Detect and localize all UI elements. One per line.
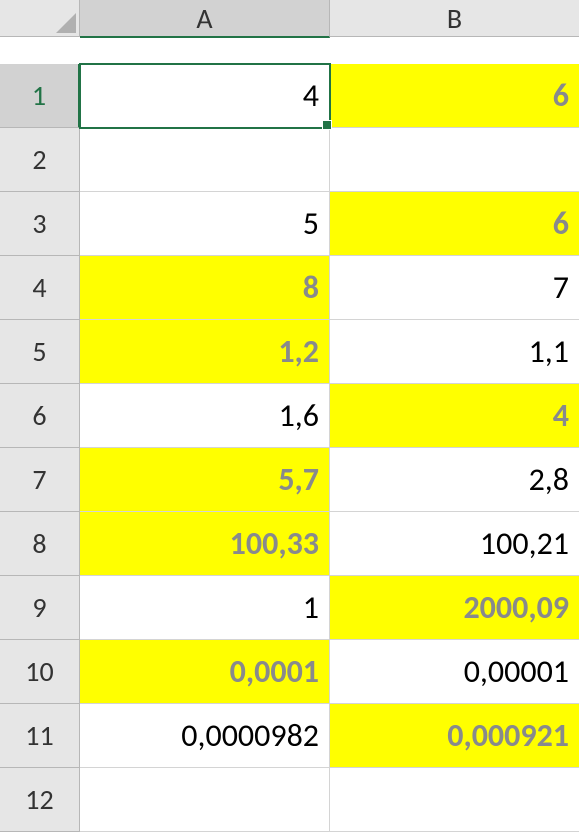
cell-A10[interactable]: 0,0001 bbox=[80, 640, 330, 704]
row-header-7[interactable]: 7 bbox=[0, 448, 80, 512]
spreadsheet-grid: A B 1 4 6 2 3 5 6 4 8 7 5 1,2 1,1 6 1,6 … bbox=[0, 0, 579, 832]
cell-B7[interactable]: 2,8 bbox=[330, 448, 579, 512]
column-header-A[interactable]: A bbox=[80, 0, 330, 38]
cell-A2[interactable] bbox=[80, 128, 330, 192]
cell-B3[interactable]: 6 bbox=[330, 192, 579, 256]
cell-B11[interactable]: 0,000921 bbox=[330, 704, 579, 768]
cell-A5[interactable]: 1,2 bbox=[80, 320, 330, 384]
row-header-6[interactable]: 6 bbox=[0, 384, 80, 448]
cell-A9[interactable]: 1 bbox=[80, 576, 330, 640]
cell-A3[interactable]: 5 bbox=[80, 192, 330, 256]
row-header-12[interactable]: 12 bbox=[0, 768, 80, 832]
row-header-9[interactable]: 9 bbox=[0, 576, 80, 640]
cell-A11[interactable]: 0,0000982 bbox=[80, 704, 330, 768]
cell-A12[interactable] bbox=[80, 768, 330, 832]
cell-B2[interactable] bbox=[330, 128, 579, 192]
row-header-10[interactable]: 10 bbox=[0, 640, 80, 704]
row-header-3[interactable]: 3 bbox=[0, 192, 80, 256]
cell-A7[interactable]: 5,7 bbox=[80, 448, 330, 512]
cell-B4[interactable]: 7 bbox=[330, 256, 579, 320]
column-header-B[interactable]: B bbox=[330, 0, 579, 37]
cell-A6[interactable]: 1,6 bbox=[80, 384, 330, 448]
row-header-8[interactable]: 8 bbox=[0, 512, 80, 576]
row-header-1[interactable]: 1 bbox=[0, 64, 80, 128]
row-header-2[interactable]: 2 bbox=[0, 128, 80, 192]
cell-A1[interactable]: 4 bbox=[80, 64, 330, 128]
row-header-11[interactable]: 11 bbox=[0, 704, 80, 768]
cell-A4[interactable]: 8 bbox=[80, 256, 330, 320]
row-header-4[interactable]: 4 bbox=[0, 256, 80, 320]
cell-B5[interactable]: 1,1 bbox=[330, 320, 579, 384]
cell-B12[interactable] bbox=[330, 768, 579, 832]
cell-B1[interactable]: 6 bbox=[330, 64, 579, 128]
cell-B6[interactable]: 4 bbox=[330, 384, 579, 448]
cell-B10[interactable]: 0,00001 bbox=[330, 640, 579, 704]
select-all-triangle-icon bbox=[56, 13, 76, 33]
cell-A8[interactable]: 100,33 bbox=[80, 512, 330, 576]
cell-B8[interactable]: 100,21 bbox=[330, 512, 579, 576]
select-all-corner[interactable] bbox=[0, 0, 80, 37]
row-header-5[interactable]: 5 bbox=[0, 320, 80, 384]
cell-B9[interactable]: 2000,09 bbox=[330, 576, 579, 640]
